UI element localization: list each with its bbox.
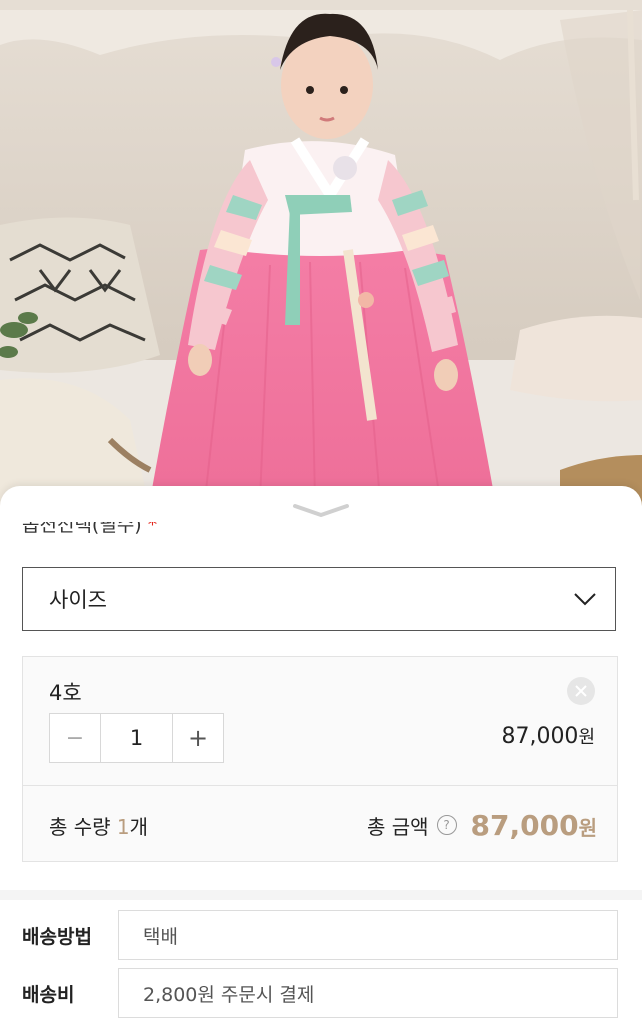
total-summary: 총 수량 1개 총 금액 ? 87,000원 — [49, 805, 597, 845]
close-icon — [575, 685, 587, 697]
shipping-method-value: 택배 — [118, 910, 618, 960]
shipping-method-label: 배송방법 — [22, 925, 92, 948]
total-amount: 87,000원 — [471, 809, 597, 842]
total-amount-label: 총 금액 — [366, 814, 429, 839]
hanbok-product-image — [0, 0, 642, 510]
line-price: 87,000원 — [501, 723, 595, 749]
line-price-value: 87,000 — [501, 724, 579, 749]
total-qty-value: 1 — [116, 814, 130, 839]
decrease-button[interactable]: − — [50, 714, 100, 762]
increase-button[interactable]: + — [173, 714, 223, 762]
selected-option-box: 4호 − 1 + 87,000원 총 수량 1개 총 금액 ? 87,000원 — [22, 656, 618, 862]
size-select-value: 사이즈 — [49, 588, 107, 612]
selected-option-name: 4호 — [49, 681, 82, 705]
product-photo — [0, 0, 642, 510]
total-amount-group: 총 금액 ? 87,000원 — [367, 809, 597, 842]
shipping-fee-value: 2,800원 주문시 결제 — [118, 968, 618, 1018]
total-qty-prefix: 총 수량 — [49, 814, 117, 839]
minus-icon: − — [65, 725, 85, 751]
remove-option-button[interactable] — [567, 677, 595, 705]
help-icon[interactable]: ? — [436, 815, 457, 835]
total-quantity: 총 수량 1개 — [49, 811, 148, 840]
total-qty-suffix: 개 — [129, 814, 149, 839]
divider — [23, 785, 617, 786]
chevron-down-icon — [574, 593, 596, 606]
option-label: 옵션선택(필수) * — [22, 522, 322, 548]
shipping-fee-label: 배송비 — [22, 983, 75, 1006]
size-select[interactable]: 사이즈 — [22, 567, 616, 631]
total-amount-unit: 원 — [578, 815, 597, 840]
collapse-handle[interactable] — [289, 500, 353, 520]
line-price-unit: 원 — [578, 727, 595, 748]
shipping-fee-row: 배송비 2,800원 주문시 결제 — [22, 968, 618, 1018]
plus-icon: + — [187, 724, 209, 752]
option-label-text: 옵션선택(필수) — [22, 522, 142, 536]
option-sheet: 옵션선택(필수) * 사이즈 4호 − 1 + 87,000원 총 수량 1개 … — [0, 486, 642, 1024]
required-mark: * — [147, 522, 158, 536]
shipping-method-row: 배송방법 택배 — [22, 910, 618, 960]
total-amount-value: 87,000 — [470, 808, 579, 842]
quantity-stepper: − 1 + — [49, 713, 224, 763]
section-divider — [0, 890, 642, 900]
chevron-down-icon — [293, 504, 349, 517]
quantity-value[interactable]: 1 — [100, 714, 173, 762]
